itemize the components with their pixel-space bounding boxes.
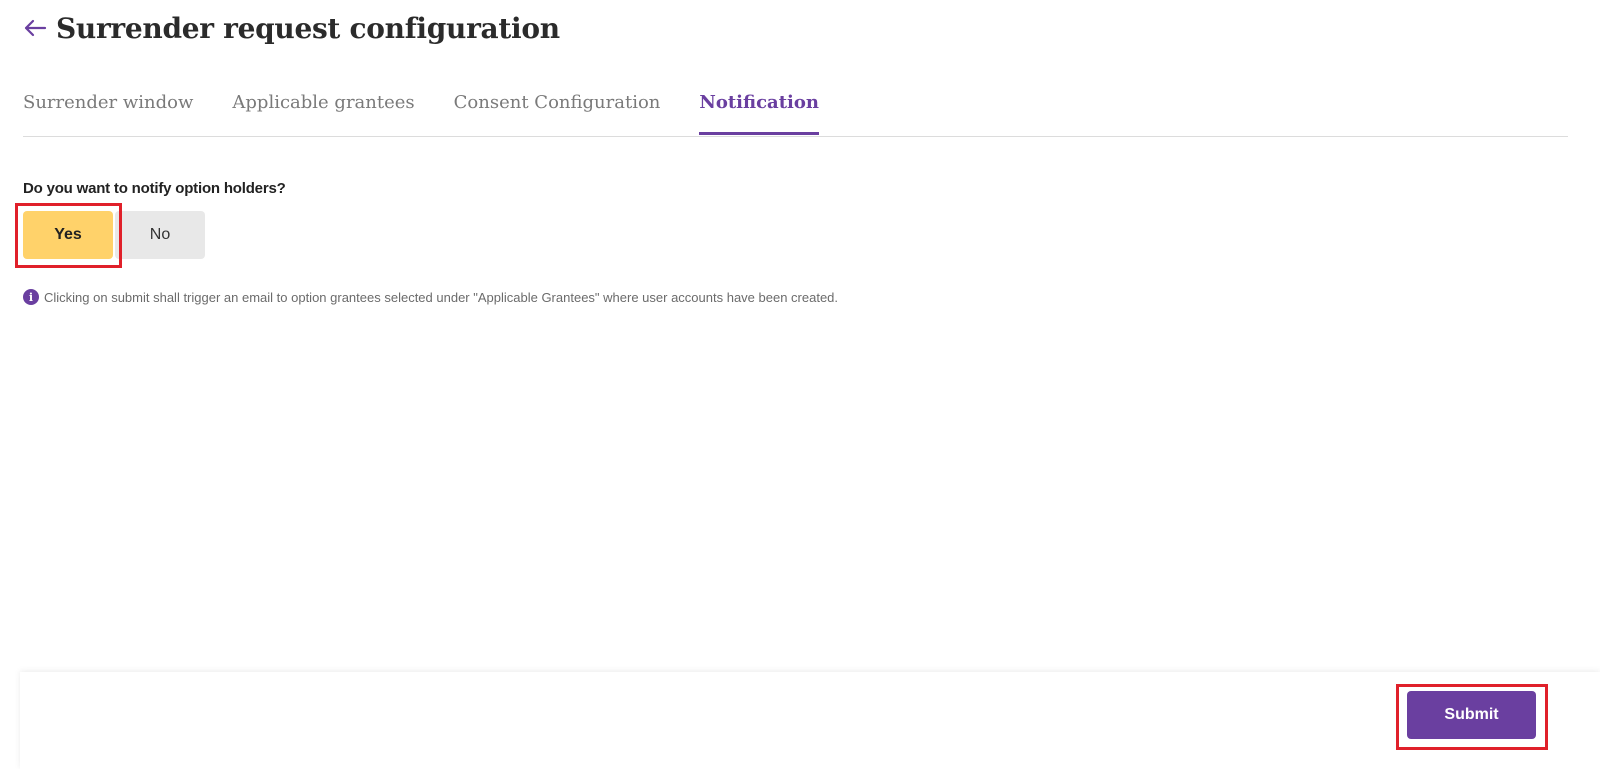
submit-button[interactable]: Submit [1407,691,1536,739]
info-icon: i [23,289,39,305]
notify-toggle-group: Yes No [23,211,205,259]
info-message: i Clicking on submit shall trigger an em… [23,289,838,305]
tab-consent-configuration[interactable]: Consent Configuration [454,84,661,134]
footer-bar [20,672,1600,769]
yes-button[interactable]: Yes [23,211,113,259]
tab-surrender-window[interactable]: Surrender window [23,84,193,134]
back-button[interactable] [22,15,48,41]
tab-bar: Surrender window Applicable grantees Con… [23,84,1568,137]
tab-notification[interactable]: Notification [699,84,819,135]
arrow-left-icon [24,19,47,37]
page: Surrender request configuration Surrende… [0,0,1600,769]
tab-applicable-grantees[interactable]: Applicable grantees [232,84,414,134]
info-text: Clicking on submit shall trigger an emai… [44,289,839,305]
page-header: Surrender request configuration [22,8,560,48]
page-title: Surrender request configuration [56,11,560,45]
no-button[interactable]: No [115,211,205,259]
notify-question-label: Do you want to notify option holders? [23,180,286,197]
